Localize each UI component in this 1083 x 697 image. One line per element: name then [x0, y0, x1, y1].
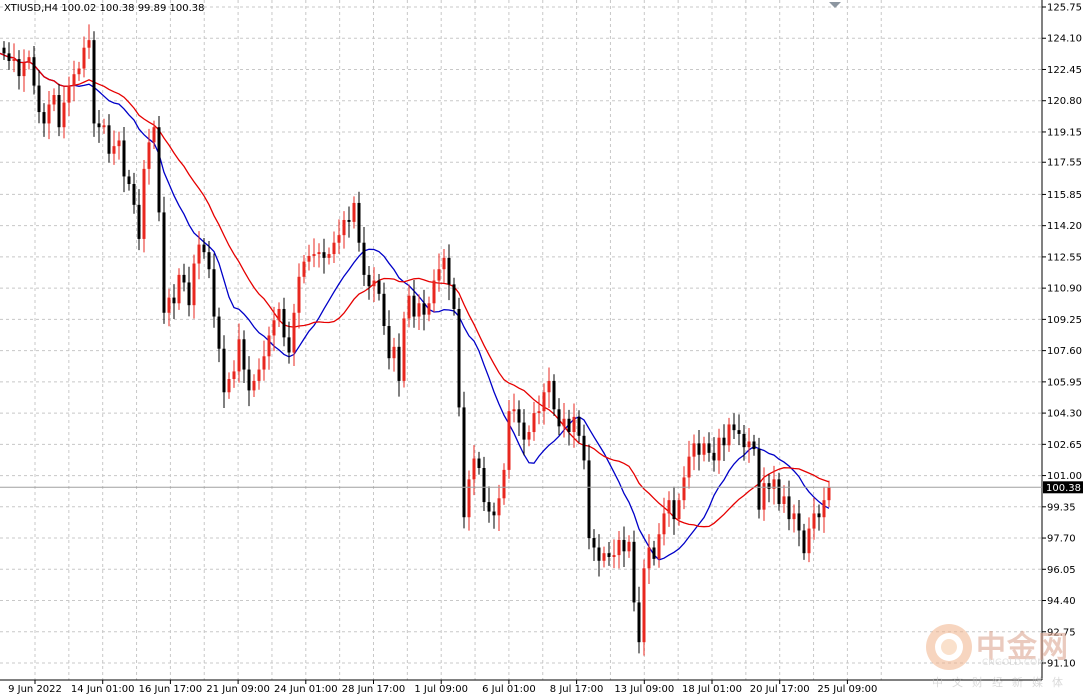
- x-tick-label: 24 Jun 01:00: [274, 684, 338, 695]
- y-tick-label: 122.45: [1047, 65, 1082, 76]
- x-tick-label: 8 Jul 17:00: [550, 684, 604, 695]
- candle: [162, 196, 166, 324]
- current-price-label: 100.38: [1046, 483, 1081, 494]
- candle: [92, 31, 96, 137]
- x-tick-label: 6 Jul 01:00: [482, 684, 536, 695]
- x-tick-label: 25 Jul 09:00: [817, 684, 877, 695]
- watermark-logo-icon: [926, 624, 972, 670]
- y-tick-label: 119.15: [1047, 127, 1082, 138]
- candle: [632, 530, 636, 612]
- candle: [402, 311, 406, 388]
- x-axis: 9 Jun 2022 14 Jun 01:00 16 Jun 17:00 21 Jun…: [8, 680, 877, 695]
- symbol-label: XTIUSD,H4: [4, 3, 59, 14]
- watermark-en: CNGOLD.COM: [982, 658, 1046, 668]
- candle: [462, 391, 466, 529]
- x-tick-label: 18 Jul 01:00: [682, 684, 742, 695]
- watermark: 中金网 CNGOLD.COM 中文财经新媒体: [924, 622, 1080, 692]
- x-tick-label: 1 Jul 09:00: [414, 684, 468, 695]
- x-tick-label: 28 Jun 17:00: [342, 684, 406, 695]
- y-tick-label: 115.85: [1047, 190, 1082, 201]
- y-tick-label: 99.35: [1047, 502, 1076, 513]
- x-tick-label: 16 Jun 17:00: [139, 684, 203, 695]
- x-tick-label: 9 Jun 2022: [8, 684, 62, 695]
- y-tick-label: 112.55: [1047, 252, 1082, 263]
- y-tick-label: 96.05: [1047, 565, 1076, 576]
- y-tick-label: 94.40: [1047, 596, 1076, 607]
- x-tick-label: 14 Jun 01:00: [71, 684, 135, 695]
- y-tick-label: 125.75: [1047, 3, 1082, 14]
- candle: [157, 116, 161, 222]
- y-tick-label: 107.60: [1047, 346, 1082, 357]
- candle: [142, 159, 146, 253]
- x-tick-label: 13 Jul 09:00: [614, 684, 674, 695]
- y-tick-label: 120.80: [1047, 96, 1082, 107]
- y-tick-label: 102.65: [1047, 440, 1082, 451]
- y-tick-label: 105.95: [1047, 377, 1082, 388]
- x-tick-label: 21 Jun 09:00: [206, 684, 270, 695]
- plot-background: [0, 0, 1042, 680]
- y-tick-label: 109.25: [1047, 315, 1082, 326]
- y-tick-label: 104.30: [1047, 409, 1082, 420]
- candle: [507, 400, 511, 479]
- candle: [757, 437, 761, 519]
- candle: [457, 297, 461, 417]
- ohlc-values: 100.02 100.38 99.89 100.38: [61, 3, 205, 14]
- watermark-tagline: 中文财经新媒体: [932, 676, 1072, 689]
- y-tick-label: 117.55: [1047, 158, 1082, 169]
- symbol-info: XTIUSD,H4 100.02 100.38 99.89 100.38: [4, 3, 205, 14]
- x-tick-label: 20 Jul 17:00: [750, 684, 810, 695]
- y-tick-label: 124.10: [1047, 34, 1082, 45]
- y-tick-label: 97.70: [1047, 534, 1076, 545]
- price-chart[interactable]: 125.75 124.10 122.45 120.80 119.15 117.55 115.…: [0, 0, 1083, 697]
- y-tick-label: 110.90: [1047, 284, 1082, 295]
- y-tick-label: 114.20: [1047, 221, 1082, 232]
- candle: [642, 559, 646, 656]
- y-tick-label: 101.00: [1047, 471, 1082, 482]
